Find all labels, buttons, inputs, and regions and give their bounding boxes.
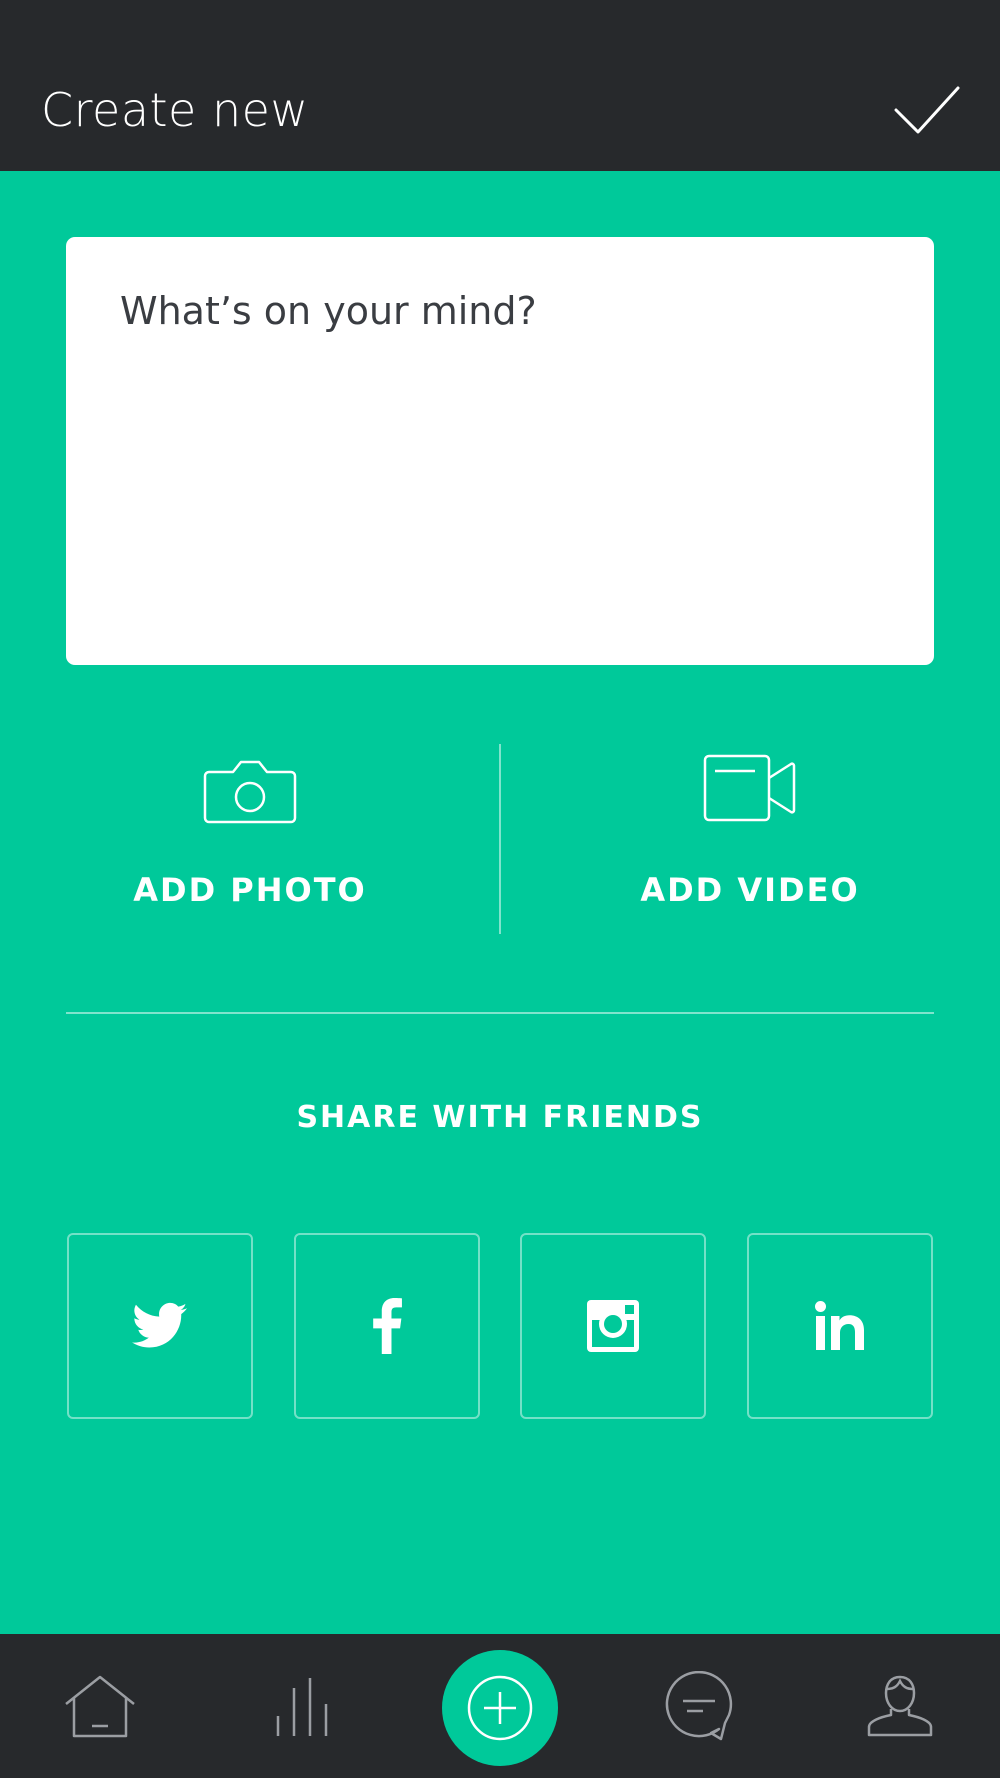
camera-icon: [203, 760, 297, 824]
facebook-icon: [373, 1298, 402, 1354]
share-instagram-button[interactable]: [520, 1233, 706, 1419]
nav-profile[interactable]: [840, 1634, 960, 1778]
share-facebook-button[interactable]: [294, 1233, 480, 1419]
add-video-button[interactable]: ADD VIDEO: [500, 744, 1000, 934]
linkedin-icon: [815, 1301, 864, 1350]
profile-icon: [867, 1675, 933, 1737]
checkmark-icon: [894, 86, 960, 134]
section-divider: [66, 1012, 934, 1014]
add-photo-label: ADD PHOTO: [133, 871, 367, 909]
add-post-button[interactable]: [442, 1650, 558, 1766]
nav-stats[interactable]: [242, 1634, 362, 1778]
share-title: SHARE WITH FRIENDS: [296, 1100, 704, 1135]
stats-icon: [276, 1678, 328, 1736]
confirm-button[interactable]: [884, 76, 964, 140]
top-bar: Create new: [0, 0, 1000, 171]
add-video-label: ADD VIDEO: [640, 871, 860, 909]
add-photo-button[interactable]: ADD PHOTO: [0, 744, 500, 934]
twitter-icon: [132, 1302, 188, 1348]
messages-icon: [665, 1671, 733, 1741]
instagram-icon: [587, 1300, 639, 1352]
nav-home[interactable]: [40, 1634, 160, 1778]
post-text-input[interactable]: [66, 237, 934, 665]
share-linkedin-button[interactable]: [747, 1233, 933, 1419]
home-icon: [65, 1675, 135, 1738]
share-twitter-button[interactable]: [67, 1233, 253, 1419]
nav-messages[interactable]: [640, 1634, 760, 1778]
add-icon: [467, 1675, 533, 1741]
video-camera-icon: [703, 754, 796, 822]
page-title: Create new: [41, 83, 309, 137]
